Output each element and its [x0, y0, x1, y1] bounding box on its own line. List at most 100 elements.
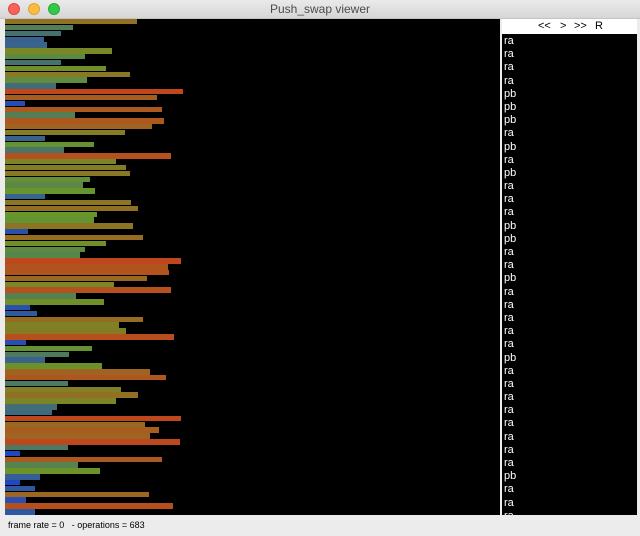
stack-bar — [5, 380, 68, 387]
stack-bar — [5, 345, 92, 352]
stack-bar — [5, 159, 116, 165]
stack-bar — [5, 421, 145, 428]
operation-item: ra — [504, 377, 514, 390]
stack-bar — [5, 135, 45, 142]
operation-item: ra — [504, 127, 514, 140]
stack-bar — [5, 24, 73, 31]
stack-bar — [5, 83, 56, 89]
stack-bar — [5, 444, 68, 451]
playback-controls: << > >> R — [502, 19, 637, 34]
stack-bar — [5, 36, 44, 42]
stack-bar — [5, 363, 102, 369]
stack-bar — [5, 258, 181, 264]
stack-bar — [5, 229, 28, 235]
stack-bar — [5, 287, 171, 293]
stack-bar — [5, 427, 159, 433]
stack-bar — [5, 415, 181, 422]
stack-bar — [5, 386, 121, 393]
operation-item: ra — [504, 364, 514, 377]
title-bar: Push_swap viewer — [0, 0, 640, 19]
stack-bar — [5, 188, 95, 194]
stack-bar — [5, 404, 57, 410]
stack-bar — [5, 398, 116, 404]
operation-item: ra — [504, 483, 514, 496]
stack-bar — [5, 176, 90, 182]
stack-bar — [5, 211, 97, 217]
stack-bar — [5, 48, 112, 54]
stack-bar — [5, 293, 76, 299]
stack-bar — [5, 205, 138, 212]
operation-item: ra — [504, 61, 514, 74]
stack-bar — [5, 503, 173, 509]
operation-item: ra — [504, 496, 514, 509]
stack-bar — [5, 164, 126, 171]
operation-item: ra — [504, 443, 514, 456]
operation-item: ra — [504, 417, 514, 430]
stack-bar — [5, 240, 106, 247]
stack-bar — [5, 89, 183, 95]
operation-item: pb — [504, 87, 517, 100]
stack-bar — [5, 234, 143, 241]
frame-rate-label: frame rate = 0 — [8, 520, 65, 530]
stack-bar — [5, 118, 164, 124]
stack-bar — [5, 42, 47, 48]
stack-bar — [5, 199, 131, 206]
stack-bar — [5, 456, 162, 463]
operation-item: ra — [504, 246, 514, 258]
stack-bar — [5, 450, 20, 457]
operation-item: ra — [504, 74, 514, 87]
stack-bar — [5, 433, 150, 439]
stack-bar — [5, 369, 150, 375]
operation-item: ra — [504, 180, 514, 193]
operation-item: ra — [504, 457, 514, 469]
stack-bar — [5, 275, 147, 282]
stack-bar — [5, 129, 125, 136]
stack-bar — [5, 153, 171, 159]
app-window: Push_swap viewer << > >> R ra ra ra ra pb pb p… — [0, 0, 640, 536]
step-forward-button[interactable]: > — [560, 19, 566, 34]
stack-bar — [5, 217, 94, 223]
operation-item: pb — [504, 272, 517, 285]
operation-item: ra — [504, 48, 514, 61]
operation-item: ra — [504, 404, 514, 417]
stack-bar — [5, 468, 100, 474]
operation-item: ra — [504, 391, 514, 404]
reset-button[interactable]: R — [595, 19, 603, 34]
stack-bar — [5, 374, 166, 381]
stack-bar — [5, 100, 25, 107]
operation-item: pb — [504, 100, 517, 113]
stack-bar — [5, 474, 40, 480]
stack-bar — [5, 479, 20, 486]
stack-bar — [5, 124, 152, 130]
stack-bar — [5, 264, 168, 270]
stack-bar — [5, 30, 61, 37]
stack-bar — [5, 310, 37, 317]
stack-bar — [5, 316, 143, 323]
play-button[interactable]: >> — [574, 19, 587, 34]
stack-bar — [5, 59, 61, 66]
operation-item: pb — [504, 166, 517, 179]
status-bar: frame rate = 0 - operations = 683 — [8, 518, 145, 532]
rewind-button[interactable]: << — [538, 19, 551, 34]
operation-item: ra — [504, 298, 514, 311]
stack-bar — [5, 491, 149, 498]
stack-bar — [5, 252, 80, 258]
stack-bar — [5, 71, 130, 77]
stack-bar — [5, 141, 94, 147]
stack-bar — [5, 246, 85, 252]
operation-item: ra — [504, 430, 514, 443]
stack-bar — [5, 94, 157, 101]
stack-bar — [5, 322, 119, 328]
operation-item: ra — [504, 206, 514, 219]
stack-bar — [5, 77, 87, 83]
stack-bar — [5, 351, 69, 358]
stack-bar — [5, 509, 35, 515]
operation-item: ra — [504, 338, 514, 351]
stack-bar — [5, 269, 169, 276]
stack-bar — [5, 281, 114, 287]
operation-item: ra — [504, 259, 514, 272]
stack-bar — [5, 194, 45, 200]
operation-item: ra — [504, 193, 514, 206]
stack-bar — [5, 299, 104, 305]
operation-item: ra — [504, 35, 514, 47]
